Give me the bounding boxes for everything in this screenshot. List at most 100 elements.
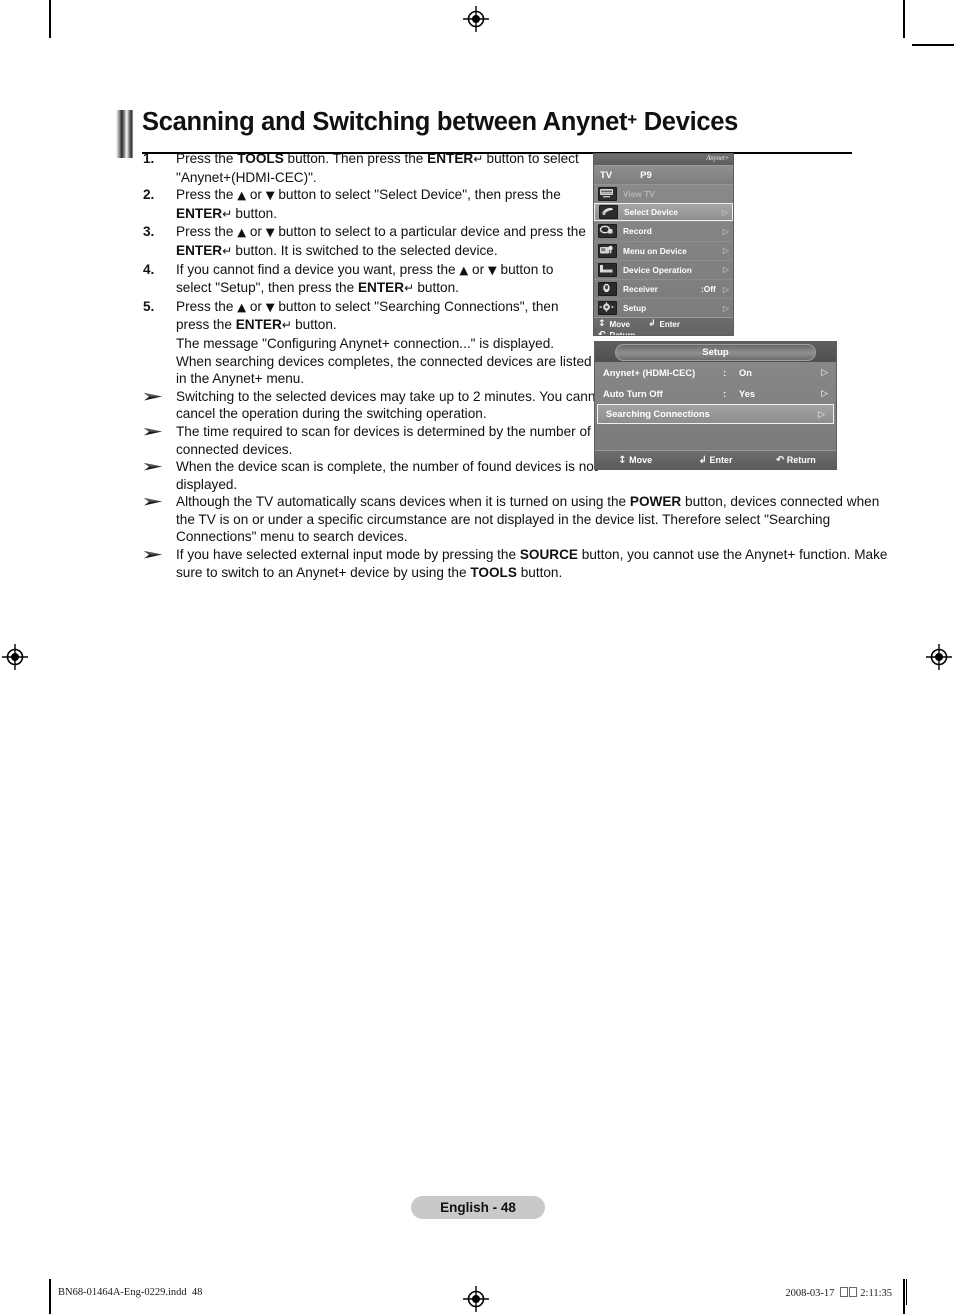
page-number-badge: English - 48	[411, 1196, 545, 1219]
step-number: 5.	[143, 298, 155, 314]
osd-tools-footer-line1: ↕ Move ↲ Enter	[598, 319, 729, 330]
step-text: Press the ▲ or ▼ button to select "Selec…	[176, 187, 561, 221]
imposition-filename: BN68-01464A-Eng-0229.indd 48	[58, 1287, 202, 1298]
osd-menu-item-icon	[598, 243, 617, 258]
osd-setup-item-value: On	[739, 367, 752, 378]
return-label: Return	[609, 331, 636, 336]
osd-setup-item-label: Searching Connections	[606, 409, 710, 419]
osd-tools-footer-line2: ↶ Return	[598, 330, 729, 336]
setup-return-key-icon: ↶	[775, 454, 785, 466]
osd-tools-row[interactable]: Receiver:Off ▷	[594, 278, 733, 298]
osd-setup-titlebar: Setup	[595, 342, 836, 362]
osd-setup-item-colon: :	[723, 388, 727, 399]
note-item: When the device scan is complete, the nu…	[140, 458, 628, 493]
step-number: 1.	[143, 151, 155, 166]
note-text: Although the TV automatically scans devi…	[176, 494, 880, 545]
osd-tools-row[interactable]: Setup ▷	[594, 298, 733, 317]
step-item: 4. If you cannot find a device you want, …	[140, 261, 592, 298]
chevron-right-icon: ▷	[722, 284, 729, 294]
enter-label: Enter	[659, 320, 680, 330]
step-item: 2. Press the ▲ or ▼ button to select "Sel…	[140, 186, 592, 223]
osd-setup-item-label: Anynet+ (HDMI-CEC)	[603, 367, 696, 378]
note-item: The time required to scan for devices is…	[140, 423, 628, 458]
arrow-bullet-icon	[143, 424, 165, 440]
chevron-right-icon: ▷	[721, 207, 728, 217]
osd-menu-item-label: Receiver	[623, 284, 658, 295]
step-item: 3. Press the ▲ or ▼ button to select to a…	[140, 223, 592, 260]
osd-setup-row[interactable]: Auto Turn Off: Yes ▷	[595, 383, 836, 404]
imposition-date-text: 2008-03-17	[785, 1288, 835, 1299]
step-text: Press the TOOLS button. Then press the E…	[176, 151, 579, 185]
imposition-rule-right	[906, 1279, 907, 1305]
setup-enter-hint: ↲ Enter	[675, 455, 755, 466]
chevron-right-icon: ▷	[722, 226, 729, 236]
note-text: When the device scan is complete, the nu…	[176, 459, 598, 492]
step-text: Press the ▲ or ▼ button to select to a p…	[176, 224, 586, 258]
chevron-right-icon: ▷	[821, 388, 828, 398]
step-text: If you cannot find a device you want, pr…	[176, 261, 554, 296]
osd-menu-item-label: Select Device	[624, 207, 679, 218]
imposition-rule-left	[49, 1279, 50, 1305]
osd-tools-row[interactable]: Device Operation ▷	[594, 259, 733, 279]
return-key-icon: ↶	[598, 330, 606, 336]
missing-glyph-box-2	[848, 1287, 857, 1297]
osd-setup-item-label: Auto Turn Off	[603, 388, 663, 399]
osd-tools-row[interactable]: Record ▷	[594, 221, 733, 240]
imposition-timestamp: 2008-03-17 2:11:35	[785, 1287, 892, 1299]
note-text: Switching to the selected devices may ta…	[176, 388, 607, 422]
setup-return-hint: ↶ Return	[756, 455, 836, 466]
chevron-right-icon: ▷	[818, 408, 825, 419]
setup-enter-label: Enter	[709, 454, 733, 465]
note-item: Although the TV automatically scans devi…	[140, 493, 888, 546]
osd-menu-item-label: View TV	[623, 189, 655, 200]
note-text: If you have selected external input mode…	[176, 547, 888, 580]
osd-menu-item-icon	[599, 205, 618, 220]
osd-setup-row-container: Anynet+ (HDMI-CEC): On ▷ Auto Turn Off: Yes ▷…	[595, 362, 836, 424]
setup-move-hint: ↕ Move	[595, 455, 675, 466]
step-text: Press the ▲ or ▼ button to select "Searc…	[176, 298, 592, 387]
osd-setup-row[interactable]: Anynet+ (HDMI-CEC): On ▷	[595, 362, 836, 383]
step-number: 4.	[143, 261, 155, 277]
osd-source-label: TV	[600, 169, 613, 181]
document-page: Scanning and Switching between Anynet+ D…	[0, 0, 954, 1270]
setup-return-label: Return	[786, 454, 816, 465]
osd-channel-label: P9	[640, 169, 652, 181]
note-item: Switching to the selected devices may ta…	[140, 388, 628, 423]
osd-setup-title: Setup	[615, 344, 816, 361]
osd-tools-footer: ↕ Move ↲ Enter ↶ Return	[594, 317, 733, 336]
osd-setup-item-colon: :	[723, 367, 727, 378]
step-number: 3.	[143, 224, 155, 240]
step-item: 1. Press the TOOLS button. Then press the…	[140, 150, 592, 186]
title-accent-bar	[116, 110, 133, 158]
page-title-superscript: +	[627, 110, 637, 129]
osd-setup-footer: ↕ Move ↲ Enter ↶ Return	[595, 450, 836, 469]
missing-glyph-box-1	[839, 1287, 848, 1297]
osd-setup-menu: Setup Anynet+ (HDMI-CEC): On ▷ Auto Turn Of…	[594, 341, 837, 470]
chevron-right-icon: ▷	[821, 367, 828, 377]
imposition-time-text: 2:11:35	[860, 1288, 892, 1299]
osd-setup-row[interactable]: Searching Connections ▷	[597, 404, 834, 424]
imposition-page-text: 48	[191, 1287, 203, 1298]
move-label: Move	[609, 320, 630, 330]
osd-tools-row[interactable]: Menu on Device ▷	[594, 240, 733, 260]
osd-tools-row[interactable]: Select Device ▷	[594, 203, 733, 222]
page-title-main: Scanning and Switching between Anynet	[142, 108, 628, 136]
osd-tools-header: TV P9	[594, 166, 733, 184]
note-item: If you have selected external input mode…	[140, 546, 888, 581]
chevron-right-icon: ▷	[722, 265, 729, 275]
chevron-right-icon: ▷	[722, 246, 729, 256]
move-key-icon: ↕	[598, 319, 606, 330]
numbered-steps-list: 1. Press the TOOLS button. Then press the…	[140, 150, 592, 388]
osd-menu-item-label: Record	[623, 226, 652, 237]
osd-anynet-tools-menu: Anynet+ TV P9 View TV Select Device ▷ Recor…	[593, 153, 734, 336]
setup-move-label: Move	[629, 454, 653, 465]
imposition-filename-text: BN68-01464A-Eng-0229.indd	[58, 1287, 187, 1298]
osd-tools-row[interactable]: View TV	[594, 184, 733, 203]
page-header: Scanning and Switching between Anynet+ D…	[116, 108, 852, 158]
arrow-bullet-icon	[143, 547, 165, 563]
osd-menu-item-label: Device Operation	[623, 264, 692, 275]
note-text: The time required to scan for devices is…	[176, 423, 591, 457]
osd-menu-item-label: Setup	[623, 303, 647, 314]
page-title: Scanning and Switching between Anynet+ D…	[116, 108, 852, 140]
step-number: 2.	[143, 187, 155, 203]
